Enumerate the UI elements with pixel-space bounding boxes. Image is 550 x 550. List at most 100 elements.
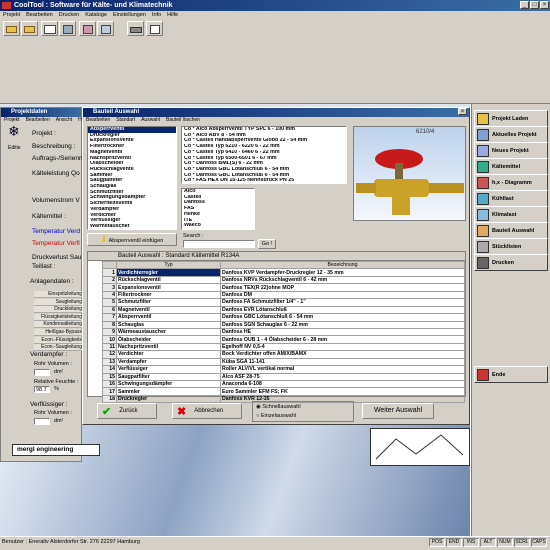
verfluessiger-volume-input[interactable] (34, 418, 50, 425)
dialog-menu-item-3[interactable]: Bauteil löschen (166, 117, 200, 123)
status-indicator: CAPS (531, 538, 547, 547)
right-toolbar-button-6[interactable]: Klimalast (474, 206, 548, 223)
table-row[interactable]: 17 Sammler Euro Sammler EFM FS; FK (102, 387, 465, 396)
right-toolbar-button-7[interactable]: Bauteil Auswahl (474, 222, 548, 239)
toolbar-tools-button[interactable] (59, 21, 76, 36)
project-menu-item-1[interactable]: Bearbeiten (26, 117, 50, 123)
minimize-button[interactable]: _ (520, 1, 529, 9)
project-window-title-bar: Projektdaten (1, 108, 81, 117)
row-typ: Saugpatfilter (116, 372, 221, 382)
row-typ: Druckregler (116, 394, 221, 404)
app-menu-item-3[interactable]: Kataloge (85, 12, 107, 18)
dialog-close-button[interactable]: × (458, 108, 467, 115)
anlagen-item[interactable]: Heißgas-Bypass (34, 329, 82, 336)
project-field-label: Teillast : (32, 263, 56, 270)
app-menu-item-1[interactable]: Bearbeiten (26, 12, 53, 18)
row-typ: Verflüssiger (116, 365, 221, 374)
table-row[interactable]: 11 Nachspritzventil Egelhoff NV 0,5-4 (102, 342, 465, 352)
row-typ: Sammler (116, 387, 221, 396)
edit-label: Editie (8, 145, 21, 151)
anlagen-item[interactable]: Saugleitung (34, 298, 82, 306)
right-toolbar-button-1[interactable]: Aktuelles Projekt (474, 126, 548, 143)
search-input[interactable] (183, 240, 255, 248)
product-list[interactable]: Co * Alco Absperrventil TYP SPL 6 - 100 … (181, 126, 347, 184)
row-index: 8 (102, 320, 117, 329)
table-row[interactable]: 12 Verdichter Bock Verdichter offen AM/X/B… (102, 350, 465, 359)
component-type-item[interactable]: Wärmetauscher (88, 224, 176, 229)
close-button[interactable]: × (540, 1, 549, 9)
back-button[interactable]: ✔ Zurück (97, 403, 157, 419)
radio-single[interactable]: ○ Einzelauswahl (256, 413, 296, 419)
app-menu-item-0[interactable]: Projekt (3, 12, 20, 18)
toolbar-save-button[interactable] (21, 21, 38, 36)
go-button[interactable]: Go ! (258, 239, 276, 249)
app-menu-item-5[interactable]: Info (152, 12, 161, 18)
manufacturer-list[interactable]: Alco Castell Danfoss FAS Henke ITE Waeco (181, 188, 255, 230)
project-menu-item-0[interactable]: Projekt (4, 117, 20, 123)
table-row[interactable]: 5 Schmutzfilter Danfoss FA Schmutzfilter 1… (102, 298, 465, 307)
toolbar-preview-button[interactable] (146, 21, 163, 36)
table-row[interactable]: 3 Expansionsventil Danfoss TEX(R 22)ohne M… (102, 283, 465, 292)
table-row[interactable]: 2 Rückschlagventil Danfoss NRVs Rückschlag… (102, 275, 465, 285)
toolbar-open-button[interactable] (3, 21, 20, 36)
app-menu-item-6[interactable]: Hilfe (167, 12, 178, 18)
dialog-menu-item-1[interactable]: Standart (116, 117, 135, 123)
row-bezeichnung: Danfoss HE (220, 327, 465, 337)
table-row[interactable]: 16 Schwingungsdämpfer Anaconda 6-108 (102, 379, 465, 389)
component-type-list[interactable]: Absperrventil Druckregler Expansionsventil… (87, 126, 177, 230)
right-toolbar-button-4[interactable]: h,x - Diagramm (474, 174, 548, 191)
product-item[interactable]: Co * FAS HEX DN 15-125 Nennsdruck PN 25 (182, 178, 346, 183)
right-toolbar-button-3[interactable]: Kältemittel (474, 158, 548, 175)
status-indicator: ALT (480, 538, 496, 547)
table-row[interactable]: 8 Schauglas Danfoss SGN Schauglas 6 - 22 m… (102, 320, 465, 329)
dialog-menu-item-2[interactable]: Auswahl (141, 117, 160, 123)
table-row[interactable]: 4 Filtertrockner Danfoss DM (102, 290, 465, 300)
anlagen-item[interactable]: Einspritzleitung (34, 291, 82, 298)
row-typ: Filtertrockner (116, 290, 221, 300)
right-toolbar-button-8[interactable]: Stücklisten (474, 238, 548, 255)
toolbar-chart-button[interactable] (41, 21, 58, 36)
right-toolbar-button-9[interactable]: Drucken (474, 254, 548, 271)
table-row[interactable]: 1 Verdichterregler Danfoss KVP Verdampfer-… (102, 268, 465, 277)
table-row[interactable]: 7 Absperrventil Danfoss GBC Lötanschluß 6 … (102, 313, 465, 322)
radio-fast[interactable]: ◉ Schnellauswahl (256, 404, 301, 410)
project-field-label: Beschreibung : (32, 143, 76, 150)
verdampfer-volume-input[interactable] (34, 369, 50, 376)
table-row[interactable]: 10 Ölabscheider Danfoss OUB 1 - 4 Ölabsche… (102, 335, 465, 344)
feuchte-input[interactable]: 98.7 (34, 386, 50, 393)
preview-icon (150, 25, 160, 34)
anlagen-item[interactable]: Kondensatleitung (34, 321, 82, 329)
right-toolbar-button-10[interactable]: Ende (474, 366, 548, 383)
company-box: mergl engineering (12, 444, 100, 456)
add-component-button[interactable]: ⬇ Absperrventil einfügen (87, 233, 177, 246)
climate-load-icon (477, 208, 489, 221)
header-index (102, 260, 117, 270)
product-image: 6210/4 (353, 126, 466, 221)
app-menu-item-4[interactable]: Einstellungen (113, 12, 146, 18)
anlagen-item[interactable]: Flüssigkeitsleitung (34, 313, 82, 321)
toolbar-print-button[interactable] (127, 21, 144, 36)
right-toolbar-button-5[interactable]: Kühllast (474, 190, 548, 207)
app-menu-item-2[interactable]: Drucken (59, 12, 79, 18)
project-menu-item-2[interactable]: Ansicht (56, 117, 72, 123)
toolbar-calc-button[interactable] (97, 21, 114, 36)
toolbar-edit-button[interactable] (79, 21, 96, 36)
row-bezeichnung: Roller ALV/VL vertikal normal (220, 365, 465, 374)
parts-list-icon (477, 240, 489, 253)
table-row[interactable]: 13 Verdampfer Küba SGA 11-141 (102, 357, 465, 367)
maximize-button[interactable]: □ (530, 1, 539, 9)
right-toolbar-button-2[interactable]: Neues Projekt (474, 142, 548, 159)
table-row[interactable]: 9 Wärmeaustauscher Danfoss HE (102, 327, 465, 337)
next-button[interactable]: Weiter Auswahl (362, 403, 434, 419)
cancel-button[interactable]: ✖ Abbrechen (172, 403, 242, 419)
dialog-menu-item-0[interactable]: Bearbeiten (86, 117, 110, 123)
feuchte-unit: % (54, 386, 59, 392)
manufacturer-item[interactable]: Waeco (182, 223, 254, 229)
table-row[interactable]: 14 Verflüssiger Roller ALV/VL vertikal nor… (102, 365, 465, 374)
right-toolbar-button-0[interactable]: Projekt Laden (474, 110, 548, 127)
selection-header: Bauteil Auswahl : Standard Kältemittel R… (88, 252, 465, 261)
anlagen-item[interactable]: Druckleitung (34, 306, 82, 314)
table-row[interactable]: 15 Saugpatfilter Alco ASF 28-75 (102, 372, 465, 382)
table-row[interactable]: 6 Magnetventil Danfoss EVR Lötanschluß (102, 305, 465, 315)
anlagen-item[interactable]: Econ.-Flüssigkeits (34, 336, 82, 344)
